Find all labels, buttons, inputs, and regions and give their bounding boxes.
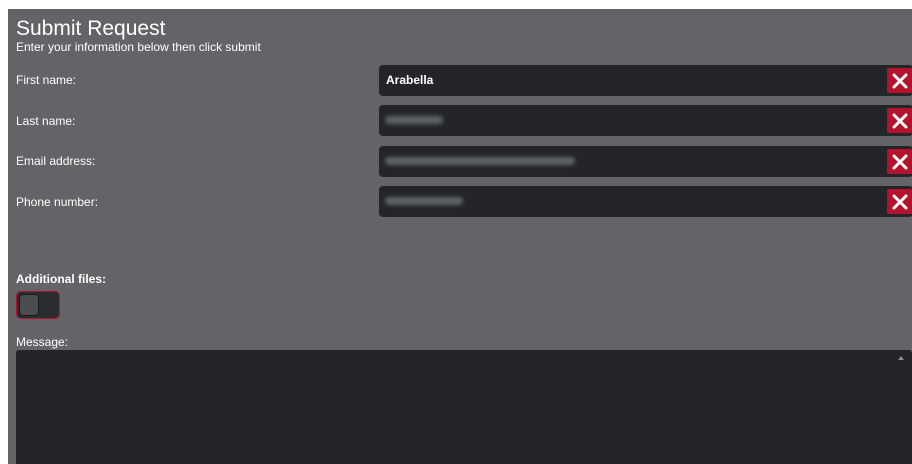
phone-field[interactable]	[379, 186, 912, 217]
page-subtitle: Enter your information below then click …	[16, 40, 261, 54]
last-name-clear-button[interactable]	[887, 108, 912, 133]
first-name-value: Arabella	[386, 73, 434, 87]
message-label: Message:	[16, 335, 69, 349]
close-icon	[892, 194, 908, 209]
first-name-clear-button[interactable]	[887, 68, 912, 93]
email-clear-button[interactable]	[887, 149, 912, 174]
last-name-field[interactable]	[379, 105, 912, 136]
close-icon	[892, 113, 908, 128]
close-icon	[892, 73, 908, 88]
toggle-knob	[19, 294, 39, 316]
first-name-label: First name:	[16, 73, 77, 87]
message-textarea[interactable]	[16, 350, 912, 464]
email-field[interactable]	[379, 146, 912, 177]
scroll-up-arrow-icon[interactable]	[898, 356, 904, 360]
phone-value-redacted	[385, 197, 463, 205]
additional-files-toggle[interactable]	[16, 291, 60, 319]
phone-label: Phone number:	[16, 195, 99, 209]
request-form-panel: Submit Request Enter your information be…	[8, 9, 912, 464]
first-name-field[interactable]: Arabella	[379, 65, 912, 96]
email-value-redacted	[385, 157, 575, 165]
last-name-label: Last name:	[16, 114, 76, 128]
last-name-value-redacted	[385, 116, 443, 124]
page-title: Submit Request	[16, 17, 166, 40]
close-icon	[892, 154, 908, 169]
email-label: Email address:	[16, 154, 96, 168]
additional-files-label: Additional files:	[16, 272, 106, 286]
phone-clear-button[interactable]	[887, 189, 912, 214]
